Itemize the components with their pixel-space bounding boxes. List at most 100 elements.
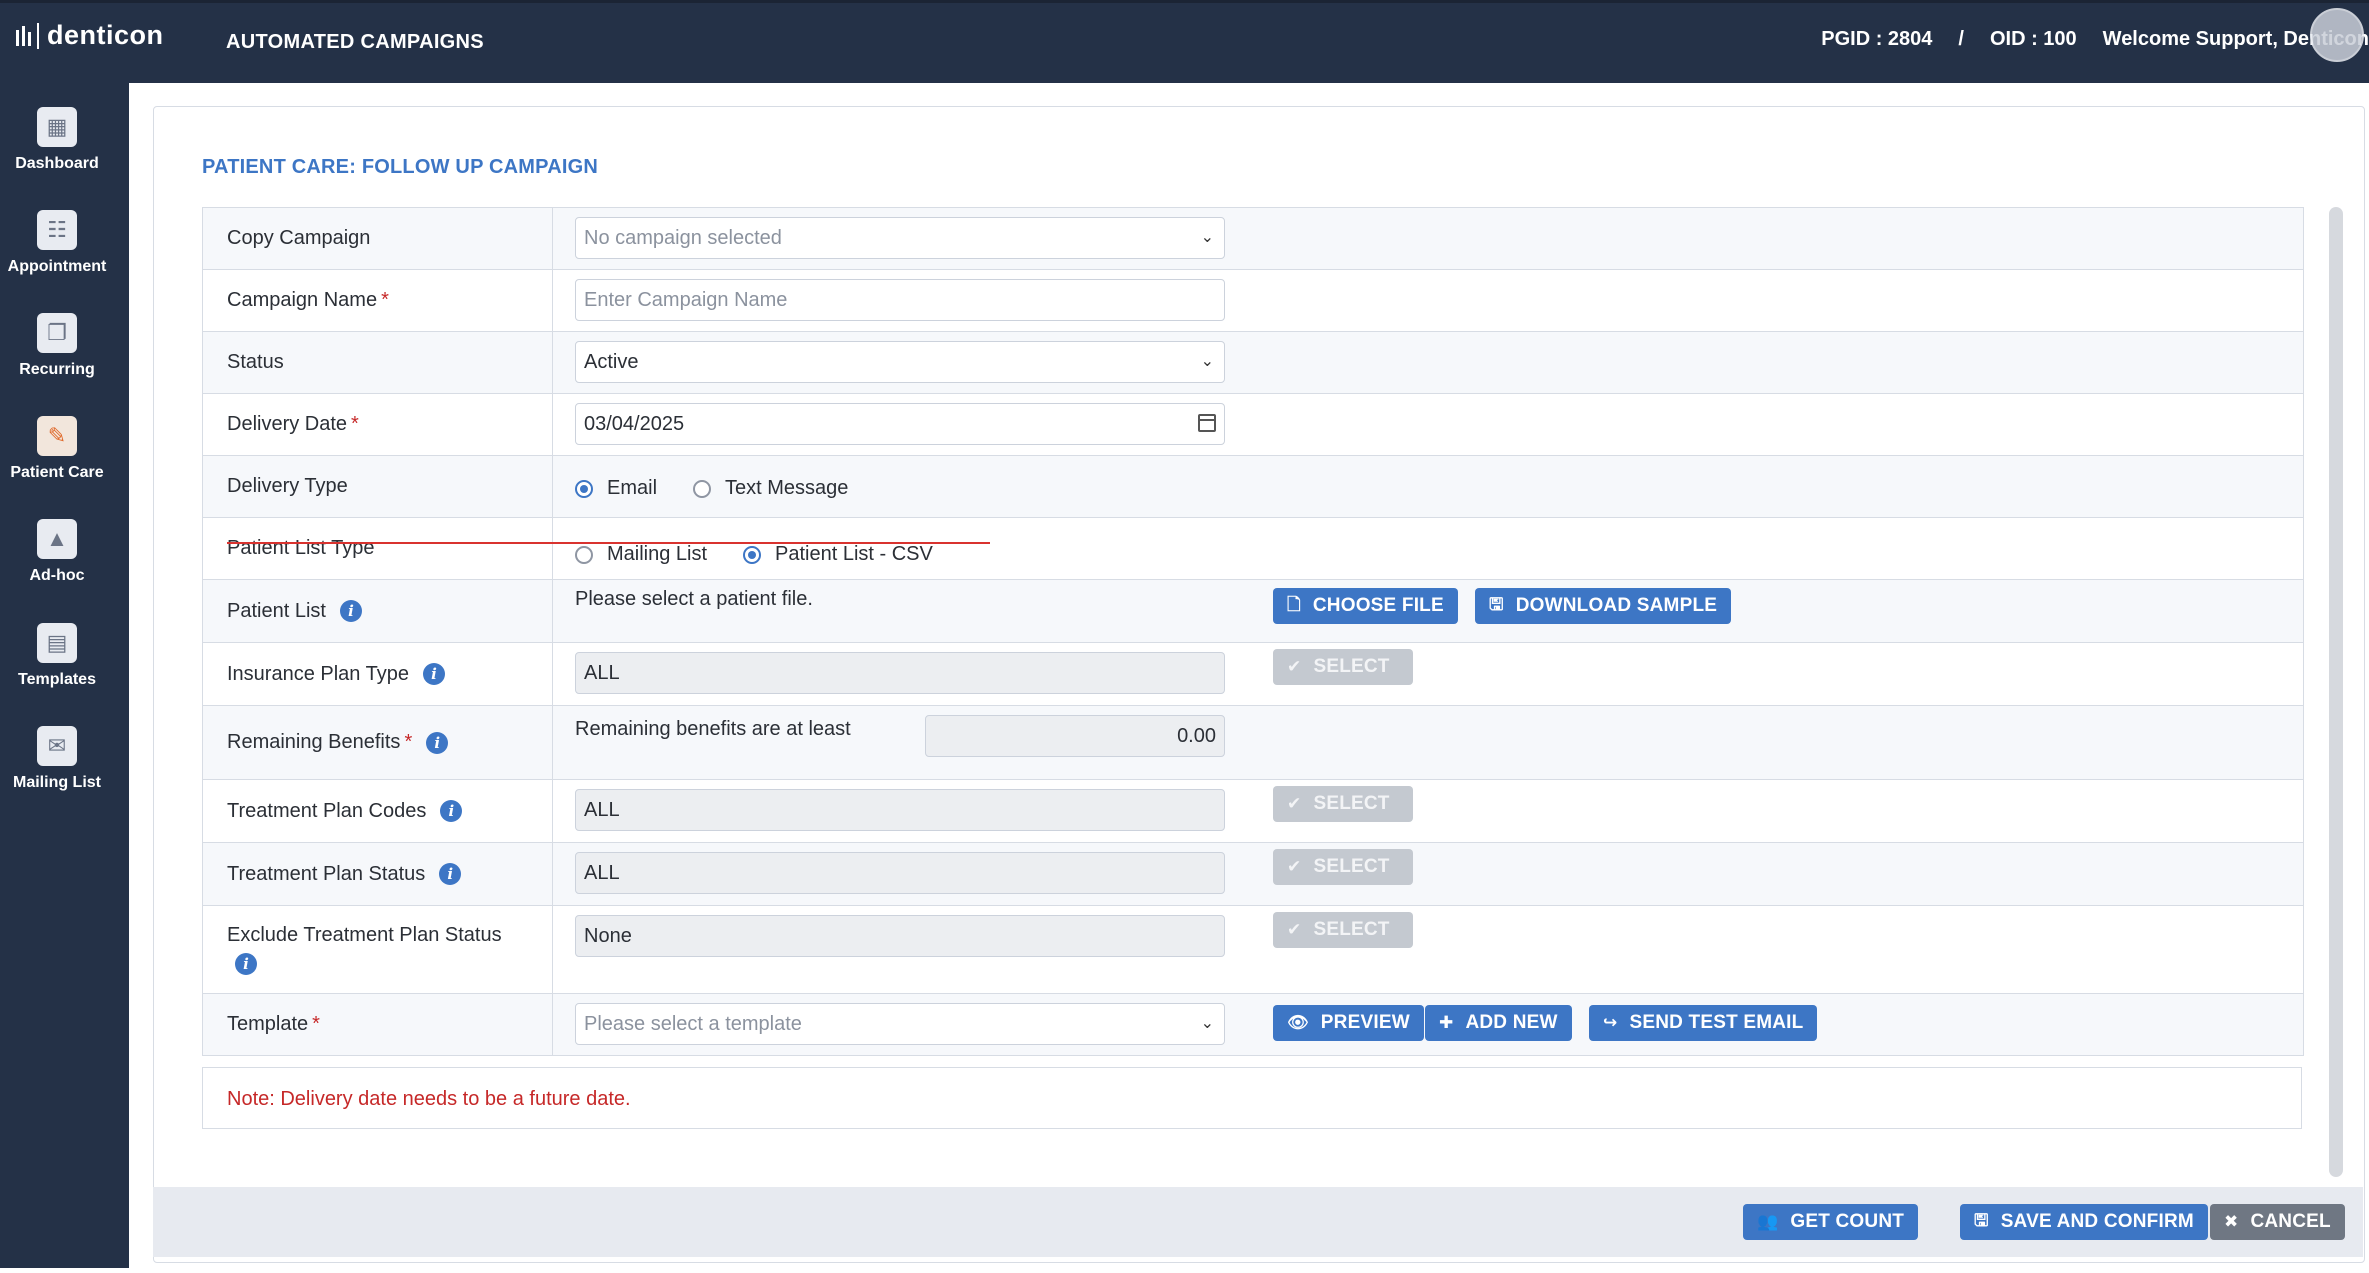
info-icon[interactable]: i xyxy=(422,663,445,685)
annotation-underline xyxy=(227,542,990,544)
top-info: PGID : 2804 / OID : 100 Welcome Support,… xyxy=(1821,28,2369,51)
delivery-type-text-radio[interactable]: Text Message xyxy=(693,477,848,500)
app-title: AUTOMATED CAMPAIGNS xyxy=(226,31,484,53)
sidebar-item-label: Patient Care xyxy=(10,464,104,481)
row-copy-campaign: Copy Campaign No campaign selected ⌄ xyxy=(203,208,2303,270)
oid-label: OID : 100 xyxy=(1989,28,2077,50)
sidebar-item-dashboard[interactable]: ▦ Dashboard xyxy=(0,107,114,173)
get-count-button[interactable]: 👥 GET COUNT xyxy=(1743,1204,1919,1240)
sidebar-item-label: Ad-hoc xyxy=(29,567,85,584)
vertical-scrollbar[interactable] xyxy=(2329,207,2343,1177)
calendar-icon[interactable] xyxy=(1198,414,1216,432)
choose-file-button[interactable]: 🗋 CHOOSE FILE xyxy=(1273,588,1458,624)
info-icon[interactable]: i xyxy=(439,863,462,885)
template-select[interactable]: Please select a template ⌄ xyxy=(575,1003,1225,1045)
logo-divider xyxy=(37,22,39,49)
treatment-plan-status-field: ALL xyxy=(575,852,1225,894)
app-logo[interactable]: denticon xyxy=(16,20,164,51)
sidebar-item-label: Dashboard xyxy=(15,155,99,172)
patient-list-type-csv-radio[interactable]: Patient List - CSV xyxy=(743,543,933,566)
send-test-email-button[interactable]: ↪ SEND TEST EMAIL xyxy=(1589,1005,1818,1041)
sidebar-item-patient-care[interactable]: ✎ Patient Care xyxy=(0,416,114,482)
chevron-down-icon: ⌄ xyxy=(1200,229,1214,246)
delivery-date-label: Delivery Date * xyxy=(203,394,553,455)
plus-icon: ✚ xyxy=(1439,1013,1454,1032)
patient-list-label: Patient List i xyxy=(203,580,553,642)
row-campaign-name: Campaign Name * Enter Campaign Name xyxy=(203,270,2303,332)
row-insurance-plan-type: Insurance Plan Type i ALL ✔ SELECT xyxy=(203,643,2303,706)
status-label: Status xyxy=(203,332,553,393)
check-icon: ✔ xyxy=(1287,657,1302,676)
sidebar-item-appointment[interactable]: ☷ Appointment xyxy=(0,210,114,276)
patient-list-type-mailing-radio[interactable]: Mailing List xyxy=(575,543,707,566)
row-remaining-benefits: Remaining Benefits * i Remaining benefits … xyxy=(203,706,2303,780)
campaign-panel: PATIENT CARE: FOLLOW UP CAMPAIGN Copy Ca… xyxy=(153,106,2365,1263)
row-treatment-plan-codes: Treatment Plan Codes i ALL ✔ SELECT xyxy=(203,780,2303,843)
sidebar-item-label: Mailing List xyxy=(13,774,101,791)
copy-campaign-label: Copy Campaign xyxy=(203,208,553,269)
page-title: PATIENT CARE: FOLLOW UP CAMPAIGN xyxy=(202,156,599,178)
appointment-icon: ☷ xyxy=(37,210,77,250)
remaining-benefits-text: Remaining benefits are at least xyxy=(575,718,851,740)
row-patient-list-type: Patient List Type Mailing List Patient L… xyxy=(203,518,2303,580)
check-icon: ✔ xyxy=(1287,920,1302,939)
copy-campaign-select[interactable]: No campaign selected ⌄ xyxy=(575,217,1225,259)
delivery-type-label: Delivery Type xyxy=(203,456,553,517)
row-delivery-date: Delivery Date * 03/04/2025 xyxy=(203,394,2303,456)
insurance-plan-type-field: ALL xyxy=(575,652,1225,694)
campaign-form: Copy Campaign No campaign selected ⌄ Cam… xyxy=(202,207,2304,1056)
info-separator: / xyxy=(1958,28,1964,50)
share-icon: ↪ xyxy=(1603,1013,1618,1032)
insurance-plan-type-label: Insurance Plan Type i xyxy=(203,643,553,705)
sidebar-item-recurring[interactable]: ❐ Recurring xyxy=(0,313,114,379)
note-box: Note: Delivery date needs to be a future… xyxy=(202,1067,2302,1129)
close-icon: ✖ xyxy=(2224,1212,2239,1231)
sidebar-item-mailing-list[interactable]: ✉ Mailing List xyxy=(0,726,114,792)
pgid-label: PGID : 2804 xyxy=(1821,28,1933,50)
sidebar-item-ad-hoc[interactable]: ▲ Ad-hoc xyxy=(0,519,114,585)
radio-unselected-icon xyxy=(575,545,593,564)
footer-action-bar: 👥 GET COUNT 🖫 SAVE AND CONFIRM ✖ CANCEL xyxy=(153,1187,2363,1257)
top-bar: denticon AUTOMATED CAMPAIGNS PGID : 2804… xyxy=(0,0,2369,83)
remaining-benefits-input[interactable]: 0.00 xyxy=(925,715,1225,757)
ad-hoc-icon: ▲ xyxy=(37,519,77,559)
download-sample-button[interactable]: 🖫 DOWNLOAD SAMPLE xyxy=(1475,588,1732,624)
treatment-plan-codes-label: Treatment Plan Codes i xyxy=(203,780,553,842)
users-icon: 👥 xyxy=(1757,1212,1779,1231)
treatment-codes-select-button[interactable]: ✔ SELECT xyxy=(1273,786,1413,822)
mailing-list-icon: ✉ xyxy=(37,726,77,766)
campaign-name-input[interactable]: Enter Campaign Name xyxy=(575,279,1225,321)
sidebar: ▦ Dashboard ☷ Appointment ❐ Recurring ✎ … xyxy=(0,83,129,1268)
row-delivery-type: Delivery Type Email Text Message xyxy=(203,456,2303,518)
chevron-down-icon: ⌄ xyxy=(1200,1015,1214,1032)
sidebar-item-templates[interactable]: ▤ Templates xyxy=(0,623,114,689)
radio-unselected-icon xyxy=(693,479,711,498)
save-and-confirm-button[interactable]: 🖫 SAVE AND CONFIRM xyxy=(1960,1204,2208,1240)
radio-selected-icon xyxy=(575,479,593,498)
cancel-button[interactable]: ✖ CANCEL xyxy=(2210,1204,2345,1240)
info-icon[interactable]: i xyxy=(440,800,463,822)
top-stripe xyxy=(0,0,2369,3)
row-patient-list: Patient List i Please select a patient fi… xyxy=(203,580,2303,643)
row-treatment-plan-status: Treatment Plan Status i ALL ✔ SELECT xyxy=(203,843,2303,906)
row-exclude-treatment-plan-status: Exclude Treatment Plan Status i None ✔ SE… xyxy=(203,906,2303,994)
exclude-status-select-button[interactable]: ✔ SELECT xyxy=(1273,912,1413,948)
treatment-status-select-button[interactable]: ✔ SELECT xyxy=(1273,849,1413,885)
row-status: Status Active ⌄ xyxy=(203,332,2303,394)
avatar[interactable] xyxy=(2310,8,2364,62)
sidebar-item-label: Templates xyxy=(18,671,96,688)
save-icon: 🖫 xyxy=(1974,1210,1989,1230)
treatment-plan-codes-field: ALL xyxy=(575,789,1225,831)
save-icon: 🖫 xyxy=(1489,594,1504,614)
check-icon: ✔ xyxy=(1287,857,1302,876)
preview-button[interactable]: 👁 PREVIEW xyxy=(1273,1005,1424,1041)
logo-bars-icon xyxy=(16,25,31,46)
add-new-button[interactable]: ✚ ADD NEW xyxy=(1425,1005,1572,1041)
info-icon[interactable]: i xyxy=(339,600,362,622)
delivery-date-input[interactable]: 03/04/2025 xyxy=(575,403,1225,445)
insurance-select-button[interactable]: ✔ SELECT xyxy=(1273,649,1413,685)
info-icon[interactable]: i xyxy=(426,731,449,754)
delivery-type-email-radio[interactable]: Email xyxy=(575,477,657,500)
status-select[interactable]: Active ⌄ xyxy=(575,341,1225,383)
info-icon[interactable]: i xyxy=(235,953,257,975)
